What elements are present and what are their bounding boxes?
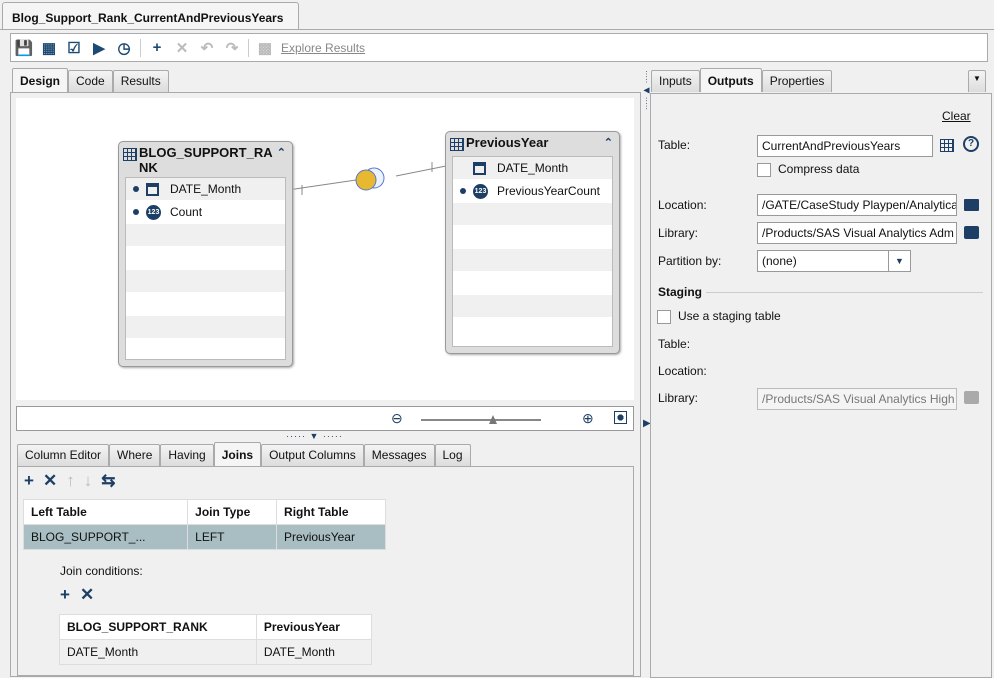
redo-icon[interactable]: ↷ [223,39,241,57]
add-icon[interactable]: + [148,39,166,57]
document-tab[interactable]: Blog_Support_Rank_CurrentAndPreviousYear… [2,2,299,30]
staging-table-label: Table: [658,337,691,351]
staging-library-icon [964,391,979,404]
column-row[interactable]: DATE_Month [126,178,285,201]
panel-menu-icon[interactable]: ▼ [968,70,986,92]
column-list: DATE_Month 123 PreviousYearCount [452,156,613,347]
move-down-icon[interactable]: ↓ [84,471,93,491]
node-title: PreviousYear [466,135,549,150]
folder-icon[interactable] [964,199,979,211]
tab-output-columns[interactable]: Output Columns [261,444,364,466]
delete-condition-icon[interactable]: ✕ [80,585,94,605]
design-tabs: Design Code Results [12,68,169,92]
vertical-splitter[interactable]: ····· ◀ ····· [642,70,651,110]
tab-where[interactable]: Where [109,444,161,466]
delete-icon[interactable]: ✕ [173,39,191,57]
validate-icon[interactable]: ☑ [65,39,83,57]
undo-icon[interactable]: ↶ [198,39,216,57]
table-label: Table: [658,138,691,152]
table-node-left[interactable]: BLOG_SUPPORT_RA NK ⌃ DATE_Month 123 Count [118,141,293,367]
table-input[interactable]: CurrentAndPreviousYears [757,135,933,157]
staging-location-label: Location: [658,364,707,378]
tab-log[interactable]: Log [434,444,471,466]
staging-library-input: /Products/SAS Visual Analytics High [757,388,957,410]
separator [248,38,249,57]
location-input[interactable]: /GATE/CaseStudy Playpen/Analytica [757,194,957,216]
design-canvas[interactable]: BLOG_SUPPORT_RA NK ⌃ DATE_Month 123 Count … [16,98,634,400]
staging-checkbox[interactable] [657,310,671,324]
add-condition-icon[interactable]: + [60,585,70,605]
table-row[interactable]: DATE_Month DATE_Month [59,639,373,665]
divider [706,292,983,293]
joins-table: Left Table Join Type Right Table BLOG_SUPP… [22,499,386,550]
separator [140,38,141,57]
node-title: BLOG_SUPPORT_RA NK [139,145,273,175]
zoom-in-icon[interactable]: ⊕ [582,410,594,427]
chevron-down-icon[interactable]: ▼ [888,251,910,271]
location-label: Location: [658,198,707,212]
right-tabs: Inputs Outputs Properties [651,68,833,92]
numeric-icon: 123 [473,183,488,199]
save-icon[interactable]: 💾 [15,39,34,57]
table-icon [123,148,137,161]
tab-messages[interactable]: Messages [363,444,435,466]
date-icon [146,182,159,196]
tab-results[interactable]: Results [112,70,169,92]
swap-icon[interactable]: ⇆ [101,471,115,491]
collapse-icon[interactable]: ⌃ [604,136,613,149]
bottom-tabs: Column Editor Where Having Joins Output … [17,442,471,466]
compress-data-label: Compress data [778,162,860,176]
explore-results-link[interactable]: Explore Results [281,41,365,55]
staging-heading: Staging [658,285,702,299]
date-icon [473,161,486,175]
tab-properties[interactable]: Properties [761,70,833,92]
run-icon[interactable]: ▶ [90,39,108,57]
zoom-slider[interactable] [421,419,541,421]
join-conditions-label: Join conditions: [60,564,143,578]
staging-label: Use a staging table [678,309,781,323]
save-as-icon[interactable]: ▦ [40,39,58,57]
library-label: Library: [658,226,699,240]
zoom-bar: ⊖ ⊕ [16,406,634,431]
explore-icon: ▩ [257,39,273,57]
tab-having[interactable]: Having [160,444,214,466]
partition-label: Partition by: [658,254,722,268]
joins-panel: + ✕ ↑ ↓ ⇆ Left Table Join Type Right Table… [17,466,634,676]
partition-select[interactable]: (none) ▼ [757,250,911,272]
toolbar: 💾 ▦ ☑ ▶ ◷ + ✕ ↶ ↷ ▩ Explore Results [10,33,988,62]
column-row[interactable]: 123 Count [126,201,285,224]
tab-design[interactable]: Design [12,68,69,92]
library-icon[interactable] [964,226,979,239]
tab-outputs[interactable]: Outputs [699,68,762,92]
column-row[interactable]: 123 PreviousYearCount [453,180,612,203]
compress-data-checkbox[interactable] [757,163,771,177]
table-icon [450,138,464,151]
fit-icon[interactable] [614,411,627,424]
delete-join-icon[interactable]: ✕ [43,471,57,491]
divider [0,29,994,30]
tab-column-editor[interactable]: Column Editor [17,444,110,466]
move-up-icon[interactable]: ↑ [66,471,75,491]
schedule-icon[interactable]: ◷ [115,39,133,57]
table-browse-icon[interactable] [940,139,954,152]
column-list: DATE_Month 123 Count [125,177,286,360]
table-row[interactable]: BLOG_SUPPORT_... LEFT PreviousYear [22,524,386,550]
tab-code[interactable]: Code [68,70,113,92]
conditions-table: BLOG_SUPPORT_RANK PreviousYear DATE_Month… [59,614,373,665]
tab-inputs[interactable]: Inputs [651,70,700,92]
collapse-icon[interactable]: ⌃ [277,146,286,159]
table-node-right[interactable]: PreviousYear ⌃ DATE_Month 123 PreviousYear… [445,131,620,354]
add-join-icon[interactable]: + [24,471,34,491]
library-input[interactable]: /Products/SAS Visual Analytics Adm [757,222,957,244]
outputs-panel [650,93,992,678]
numeric-icon: 123 [146,204,161,220]
zoom-out-icon[interactable]: ⊖ [391,410,403,427]
help-icon[interactable]: ? [963,136,979,152]
tab-joins[interactable]: Joins [213,442,262,466]
staging-library-label: Library: [658,391,699,405]
column-row[interactable]: DATE_Month [453,157,612,180]
splitter-handle[interactable]: ····· ▼ ····· [286,431,343,441]
clear-link[interactable]: Clear [942,109,971,123]
